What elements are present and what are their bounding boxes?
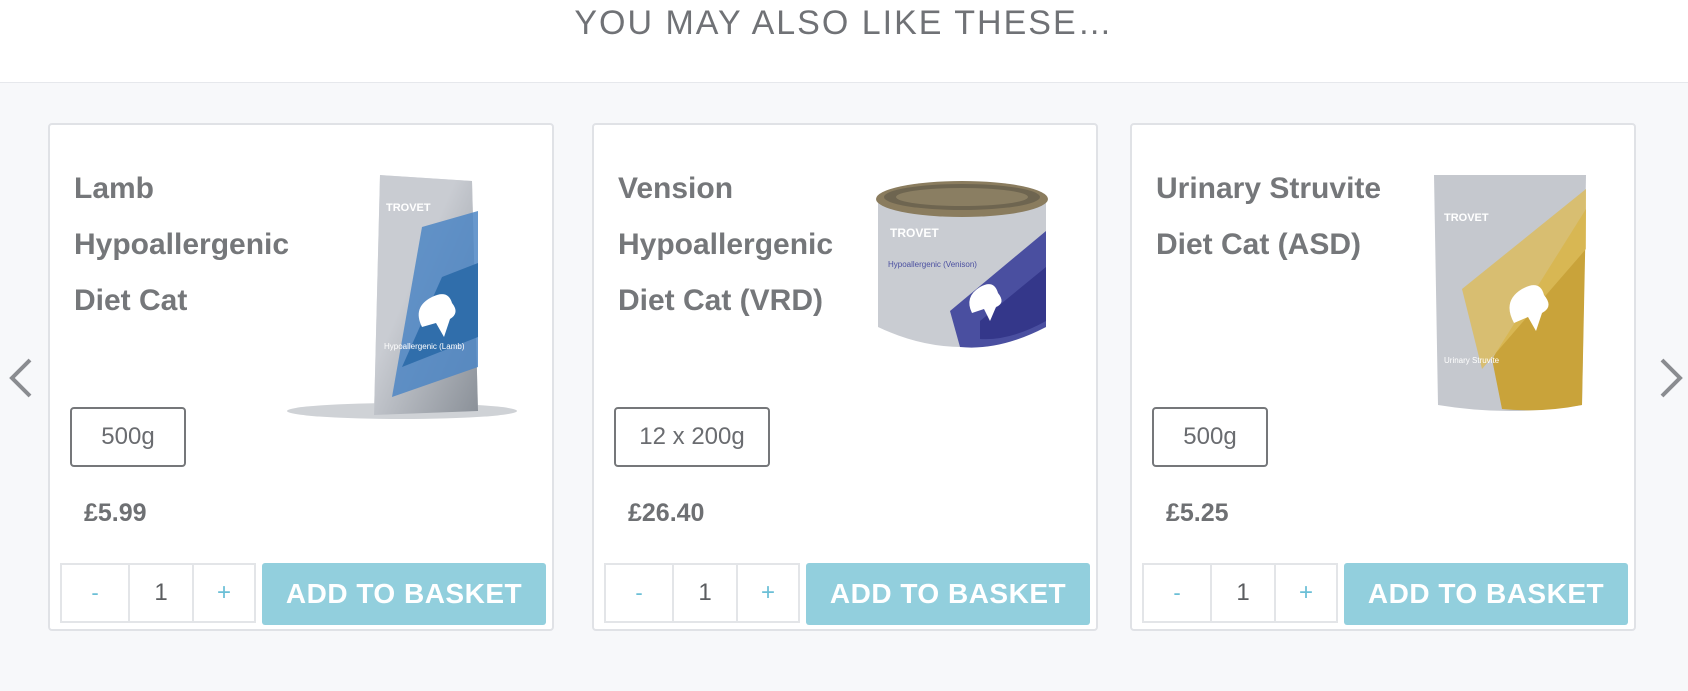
product-card: Lamb Hypoallergenic Diet Cat TROVET Hypo… [48, 123, 554, 631]
carousel-next-button[interactable] [1650, 348, 1688, 408]
section-title: YOU MAY ALSO LIKE THESE… [574, 4, 1114, 42]
quantity-increase-button[interactable]: + [1276, 565, 1336, 621]
quantity-stepper: - 1 + [1142, 563, 1338, 623]
image-label: Hypoallergenic (Lamb) [384, 342, 465, 351]
quantity-stepper: - 1 + [604, 563, 800, 623]
quantity-stepper: - 1 + [60, 563, 256, 623]
product-title[interactable]: Urinary Struvite Diet Cat (ASD) [1156, 161, 1406, 273]
product-price: £5.99 [84, 499, 147, 527]
product-image[interactable]: TROVET Hypoallergenic (Lamb) [282, 167, 522, 421]
image-brand: TROVET [890, 226, 939, 240]
variant-option[interactable]: 12 x 200g [614, 407, 770, 467]
carousel-prev-button[interactable] [2, 348, 42, 408]
image-label: Urinary Struvite [1444, 356, 1500, 365]
quantity-input[interactable]: 1 [1210, 565, 1276, 621]
product-title[interactable]: Vension Hypoallergenic Diet Cat (VRD) [618, 161, 868, 329]
chevron-left-icon [9, 358, 32, 398]
quantity-decrease-button[interactable]: - [1144, 565, 1210, 621]
chevron-right-icon [1660, 358, 1683, 398]
quantity-input[interactable]: 1 [128, 565, 194, 621]
product-card: Vension Hypoallergenic Diet Cat (VRD) TR… [592, 123, 1098, 631]
image-brand: TROVET [386, 202, 431, 214]
variant-option[interactable]: 500g [1152, 407, 1268, 467]
image-label: Hypoallergenic (Venison) [888, 260, 977, 269]
product-carousel: Lamb Hypoallergenic Diet Cat TROVET Hypo… [0, 82, 1688, 691]
variant-option[interactable]: 500g [70, 407, 186, 467]
quantity-increase-button[interactable]: + [738, 565, 798, 621]
add-to-basket-button[interactable]: ADD TO BASKET [806, 563, 1090, 625]
product-price: £5.25 [1166, 499, 1229, 527]
image-brand: TROVET [1444, 212, 1489, 224]
product-image[interactable]: TROVET Hypoallergenic (Venison) [870, 171, 1054, 361]
quantity-input[interactable]: 1 [672, 565, 738, 621]
product-image[interactable]: TROVET Urinary Struvite [1422, 169, 1592, 419]
add-to-basket-button[interactable]: ADD TO BASKET [262, 563, 546, 625]
product-card: Urinary Struvite Diet Cat (ASD) TROVET U… [1130, 123, 1636, 631]
add-to-basket-button[interactable]: ADD TO BASKET [1344, 563, 1628, 625]
quantity-decrease-button[interactable]: - [606, 565, 672, 621]
quantity-increase-button[interactable]: + [194, 565, 254, 621]
quantity-decrease-button[interactable]: - [62, 565, 128, 621]
product-price: £26.40 [628, 499, 705, 527]
